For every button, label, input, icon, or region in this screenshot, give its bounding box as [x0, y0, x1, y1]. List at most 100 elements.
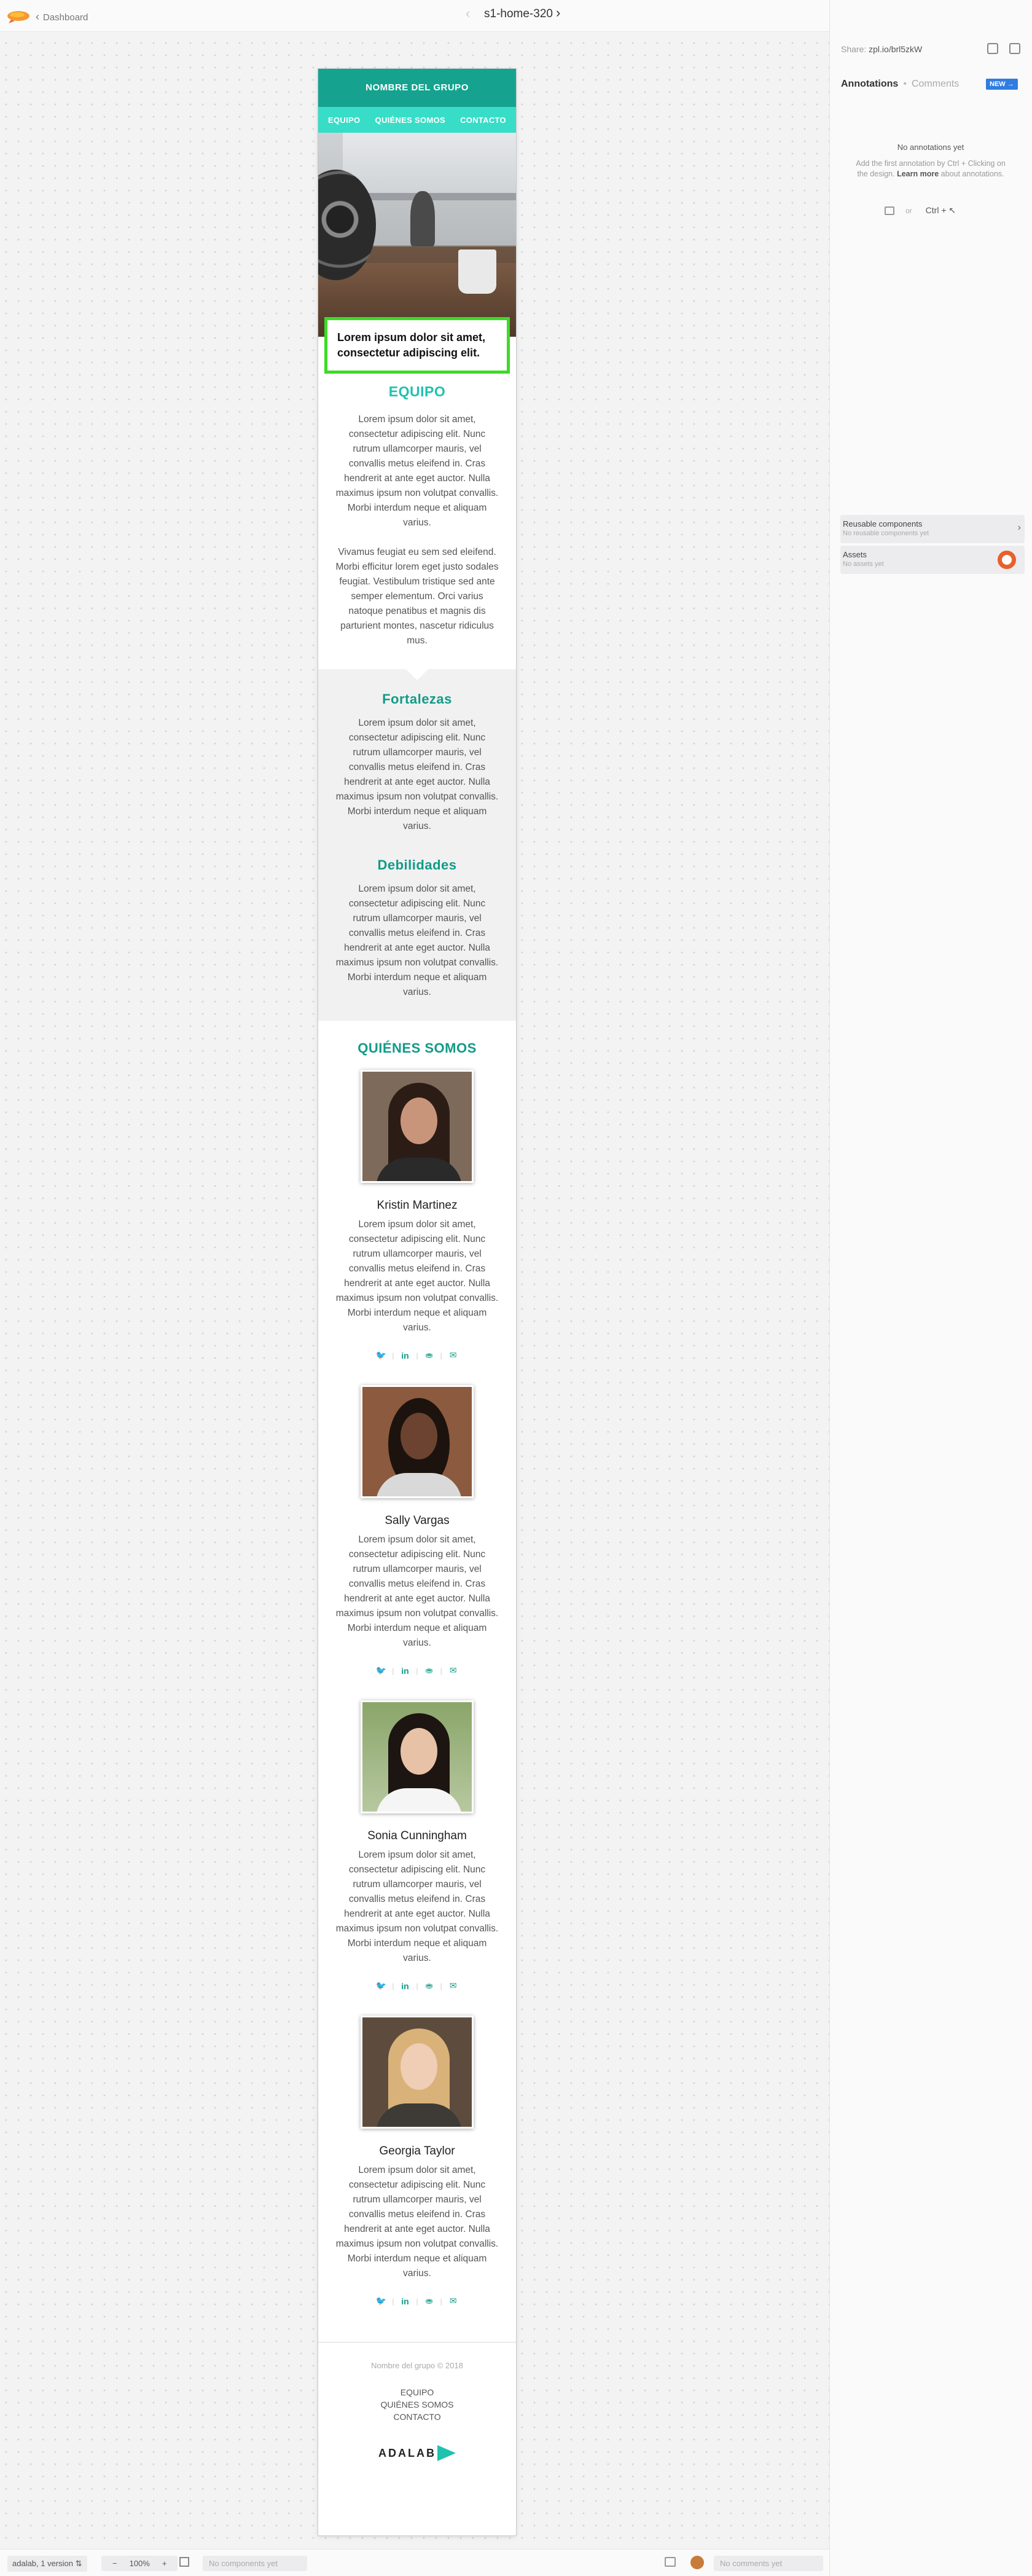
member-photo — [361, 1700, 474, 1813]
github-icon[interactable]: ⛂ — [418, 1981, 440, 1991]
twitter-icon[interactable]: 🐦 — [370, 1665, 392, 1676]
components-dropdown[interactable]: No components yet — [203, 2556, 307, 2571]
chevron-left-icon: ‹ — [36, 10, 39, 23]
member-social-links: 🐦 | in | ⛂ | ✉ — [318, 2296, 516, 2306]
annotations-help-text: Add the first annotation by Ctrl + Click… — [856, 159, 1006, 178]
member-card: Georgia Taylor Lorem ipsum dolor sit ame… — [318, 2016, 516, 2331]
hero-image — [318, 133, 516, 337]
new-badge[interactable]: NEW → — [986, 79, 1018, 90]
export-icon[interactable] — [987, 43, 998, 54]
screen-title: s1-home-320 — [484, 7, 553, 20]
equipo-paragraph-2: Vivamus feugiat eu sem sed eleifend. Mor… — [335, 547, 499, 646]
design-screen[interactable]: NOMBRE DEL GRUPO EQUIPO QUIÉNES SOMOS CO… — [318, 69, 516, 2535]
people-icon[interactable] — [690, 2556, 704, 2569]
adalab-arrow-icon — [437, 2445, 456, 2461]
sidebar-tabs: Annotations • Comments — [841, 79, 960, 89]
site-nav: EQUIPO QUIÉNES SOMOS CONTACTO — [318, 107, 516, 133]
twitter-icon[interactable]: 🐦 — [370, 2296, 392, 2306]
member-name: Sonia Cunningham — [367, 1829, 467, 1842]
nav-quienes-somos[interactable]: QUIÉNES SOMOS — [375, 116, 445, 125]
linkedin-icon[interactable]: in — [394, 1351, 416, 1361]
member-photo — [361, 1070, 474, 1183]
add-annotation-icon[interactable] — [885, 206, 894, 216]
copy-icon[interactable] — [1009, 43, 1020, 54]
learn-more-link[interactable]: Learn more — [897, 170, 939, 178]
chevron-down-icon: ⇅ — [75, 2559, 82, 2568]
zoom-in-button[interactable]: + — [162, 2559, 167, 2568]
member-photo — [361, 1385, 474, 1498]
bottom-bar: adalab, 1 version ⇅ − 100% + No components… — [0, 2549, 829, 2576]
member-social-links: 🐦 | in | ⛂ | ✉ — [318, 1350, 516, 1361]
fortalezas-title: Fortalezas — [382, 691, 452, 707]
member-bio: Lorem ipsum dolor sit amet, consectetur … — [335, 1534, 499, 1648]
mail-icon[interactable]: ✉ — [442, 1665, 464, 1676]
prev-screen-button[interactable]: ‹ — [466, 6, 470, 22]
zoom-out-button[interactable]: − — [112, 2559, 117, 2568]
adalab-logo-text: ADALAB — [378, 2446, 436, 2459]
strengths-weaknesses-section: Fortalezas Lorem ipsum dolor sit amet, c… — [318, 669, 516, 1021]
help-lifebuoy-icon[interactable] — [998, 551, 1016, 569]
member-name: Kristin Martinez — [377, 1199, 458, 1212]
footer-link-contacto[interactable]: CONTACTO — [318, 2411, 516, 2423]
right-sidebar: Share: zpl.io/brl5zkW Annotations • Commen… — [829, 0, 1032, 2576]
tab-annotations[interactable]: Annotations — [841, 79, 898, 89]
zeplin-logo-icon[interactable] — [6, 6, 31, 25]
next-screen-button[interactable]: › — [556, 5, 560, 21]
tab-comments[interactable]: Comments — [912, 79, 959, 89]
twitter-icon[interactable]: 🐦 — [370, 1350, 392, 1361]
member-card: Sally Vargas Lorem ipsum dolor sit amet,… — [318, 1385, 516, 1700]
github-icon[interactable]: ⛂ — [418, 1350, 440, 1361]
member-name: Georgia Taylor — [379, 2145, 455, 2158]
member-bio: Lorem ipsum dolor sit amet, consectetur … — [335, 1219, 499, 1333]
dashboard-back-link[interactable]: ‹ Dashboard — [36, 10, 88, 23]
member-photo — [361, 2016, 474, 2129]
share-link[interactable]: Share: zpl.io/brl5zkW — [841, 44, 922, 54]
comments-dropdown[interactable]: No comments yet — [714, 2556, 823, 2571]
member-bio: Lorem ipsum dolor sit amet, consectetur … — [335, 1850, 499, 1963]
zoom-control: − 100% + — [101, 2556, 178, 2571]
nav-contacto[interactable]: CONTACTO — [460, 116, 506, 125]
linkedin-icon[interactable]: in — [394, 1666, 416, 1676]
github-icon[interactable]: ⛂ — [418, 1665, 440, 1676]
debilidades-title: Debilidades — [377, 857, 457, 873]
member-social-links: 🐦 | in | ⛂ | ✉ — [318, 1665, 516, 1676]
site-footer: Nombre del grupo © 2018 EQUIPO QUIÉNES S… — [318, 2342, 516, 2461]
github-icon[interactable]: ⛂ — [418, 2296, 440, 2306]
footer-link-equipo[interactable]: EQUIPO — [318, 2386, 516, 2398]
member-bio: Lorem ipsum dolor sit amet, consectetur … — [335, 2165, 499, 2279]
reusable-components-panel[interactable]: Reusable components No reusable componen… — [840, 515, 1025, 543]
linkedin-icon[interactable]: in — [394, 1981, 416, 1991]
nav-equipo[interactable]: EQUIPO — [328, 116, 360, 125]
twitter-icon[interactable]: 🐦 — [370, 1981, 392, 1991]
footer-link-quienes-somos[interactable]: QUIÉNES SOMOS — [318, 2398, 516, 2411]
debilidades-paragraph: Lorem ipsum dolor sit amet, consectetur … — [335, 884, 499, 997]
member-social-links: 🐦 | in | ⛂ | ✉ — [318, 1981, 516, 1991]
assets-panel[interactable]: Assets No assets yet — [840, 546, 1025, 574]
project-version-selector[interactable]: adalab, 1 version ⇅ — [7, 2556, 87, 2572]
adalab-logo: ADALAB — [318, 2445, 516, 2461]
equipo-title: EQUIPO — [388, 383, 446, 399]
top-bar: ‹ Dashboard ‹ s1-home-320 › — [0, 0, 1022, 32]
equipo-section: EQUIPO Lorem ipsum dolor sit amet, conse… — [318, 374, 516, 669]
quienes-somos-title: QUIÉNES SOMOS — [358, 1040, 477, 1056]
member-card: Kristin Martinez Lorem ipsum dolor sit a… — [318, 1070, 516, 1385]
chevron-right-icon: › — [1017, 522, 1021, 533]
grid-toggle-icon[interactable] — [179, 2557, 189, 2567]
equipo-paragraph-1: Lorem ipsum dolor sit amet, consectetur … — [335, 414, 499, 528]
quienes-somos-section: QUIÉNES SOMOS Kristin Martinez Lorem ips… — [318, 1021, 516, 2331]
mail-icon[interactable]: ✉ — [442, 1350, 464, 1361]
fortalezas-paragraph: Lorem ipsum dolor sit amet, consectetur … — [335, 718, 499, 831]
hero-text-card[interactable]: Lorem ipsum dolor sit amet, consectetur … — [324, 317, 510, 374]
zoom-level: 100% — [129, 2559, 150, 2568]
annotation-icon[interactable] — [665, 2557, 676, 2567]
footer-copyright: Nombre del grupo © 2018 — [371, 2361, 463, 2370]
member-card: Sonia Cunningham Lorem ipsum dolor sit a… — [318, 1700, 516, 2016]
mail-icon[interactable]: ✉ — [442, 1981, 464, 1991]
member-name: Sally Vargas — [385, 1514, 450, 1527]
hero-section: Lorem ipsum dolor sit amet, consectetur … — [318, 133, 516, 374]
annotation-shortcut: or Ctrl + ↖ — [885, 205, 956, 216]
site-header-title: NOMBRE DEL GRUPO — [318, 69, 516, 107]
linkedin-icon[interactable]: in — [394, 2296, 416, 2306]
no-annotations-title: No annotations yet — [897, 143, 964, 152]
mail-icon[interactable]: ✉ — [442, 2296, 464, 2306]
